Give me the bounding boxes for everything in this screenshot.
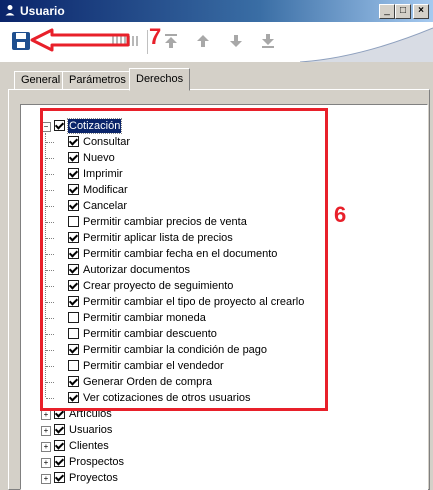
expand-icon[interactable]: + (41, 410, 51, 420)
close-button[interactable]: × (413, 4, 429, 19)
expand-icon[interactable]: + (41, 442, 51, 452)
tree-checkbox[interactable] (54, 472, 65, 483)
minimize-button[interactable]: _ (379, 4, 395, 19)
minimize-icon: _ (384, 5, 390, 16)
maximize-button[interactable]: □ (395, 4, 411, 19)
window-title-bar[interactable]: Usuario _ □ × (0, 0, 433, 22)
toolbar-decoration (300, 27, 433, 62)
tab-label: Derechos (136, 73, 184, 85)
tab-label: General (21, 74, 61, 86)
annotation-step-6: 6 (334, 202, 347, 227)
user-icon (3, 4, 17, 17)
tree-checkbox[interactable] (54, 424, 65, 435)
tab-parametros[interactable]: Parámetros (62, 71, 133, 90)
move-up-icon[interactable] (194, 32, 212, 50)
expand-icon[interactable]: + (41, 474, 51, 484)
tab-label: Parámetros (69, 74, 126, 86)
tree-node[interactable]: + Usuarios (21, 423, 421, 439)
maximize-icon: □ (399, 5, 407, 16)
tree-node[interactable]: + Prospectos (21, 455, 421, 471)
window-title: Usuario (20, 4, 65, 18)
tree-node[interactable]: + Proyectos (21, 471, 421, 487)
close-icon: × (418, 5, 424, 16)
tree-node-label: Proyectos (69, 472, 118, 484)
move-first-icon[interactable] (162, 32, 180, 50)
annotation-arrow (30, 28, 130, 52)
tree-checkbox[interactable] (54, 440, 65, 451)
move-down-icon[interactable] (227, 32, 245, 50)
expand-icon[interactable]: + (41, 458, 51, 468)
annotation-step-7: 7 (149, 24, 162, 49)
tree-node-label: Prospectos (69, 456, 125, 468)
move-last-icon[interactable] (259, 32, 277, 50)
tab-derechos[interactable]: Derechos (129, 68, 191, 91)
tree-node-label: Usuarios (69, 424, 113, 436)
tab-strip: General Parámetros Derechos (0, 62, 433, 91)
tree-node-label: Clientes (69, 440, 109, 452)
tree-checkbox[interactable] (54, 456, 65, 467)
tab-general[interactable]: General (14, 71, 68, 90)
expand-icon[interactable]: + (41, 426, 51, 436)
annotation-highlight-box (40, 108, 328, 411)
tree-node[interactable]: + Clientes (21, 439, 421, 455)
